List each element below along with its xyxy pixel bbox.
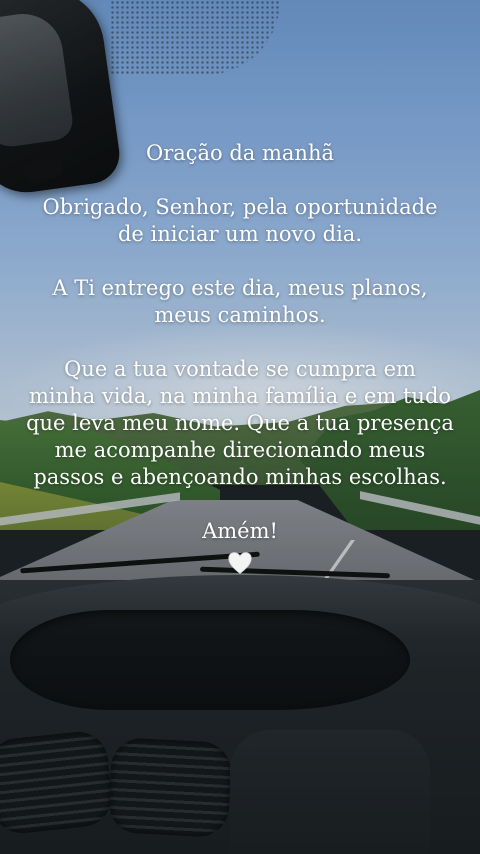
prayer-paragraph-2: A Ti entrego este dia, meus planos, meus…: [52, 276, 428, 327]
white-heart-icon: [228, 552, 252, 574]
prayer-title: Oração da manhã: [145, 141, 334, 165]
prayer-paragraph-1: Obrigado, Senhor, pela oportunidade de i…: [42, 195, 438, 246]
prayer-paragraph-3: Que a tua vontade se cumpra em minha vid…: [26, 357, 454, 489]
prayer-closing: Amém!: [202, 519, 278, 543]
prayer-text-block: Oração da manhã Obrigado, Senhor, pela o…: [0, 140, 480, 575]
